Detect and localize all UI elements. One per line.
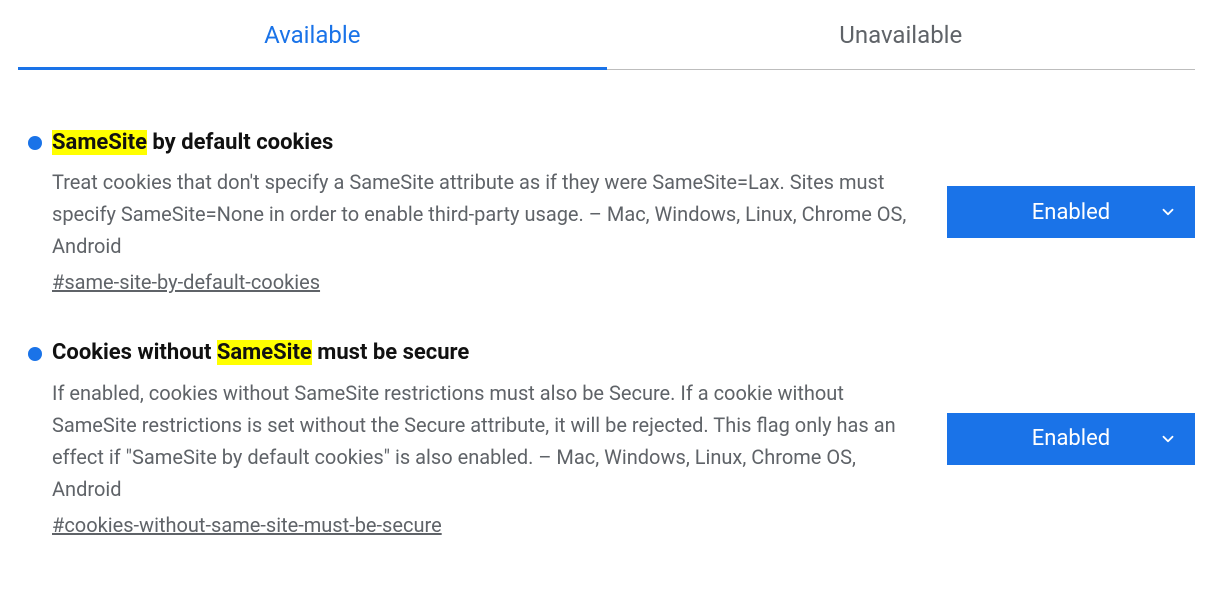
flag-state-value: Enabled [1032,200,1110,225]
flag-control: Enabled [947,186,1195,238]
flag-anchor-link[interactable]: #cookies-without-same-site-must-be-secur… [52,513,442,537]
tabs-bar: Available Unavailable [18,0,1195,70]
flags-list: SameSite by default cookies Treat cookie… [0,70,1213,603]
flag-title-after: by default cookies [147,130,333,155]
flag-control: Enabled [947,413,1195,465]
status-dot-icon [28,347,42,361]
flag-description: If enabled, cookies without SameSite res… [52,377,918,505]
tab-available[interactable]: Available [18,0,607,69]
flag-item: SameSite by default cookies Treat cookie… [18,130,1195,294]
tab-available-label: Available [264,21,360,49]
tab-unavailable[interactable]: Unavailable [607,0,1196,69]
chevron-down-icon [1159,430,1177,448]
flag-content: Cookies without SameSite must be secure … [18,340,918,536]
flag-item: Cookies without SameSite must be secure … [18,340,1195,536]
flag-content: SameSite by default cookies Treat cookie… [18,130,918,294]
flag-description: Treat cookies that don't specify a SameS… [52,166,918,262]
flag-title-after: must be secure [312,340,469,365]
flag-state-value: Enabled [1032,426,1110,451]
flag-anchor-link[interactable]: #same-site-by-default-cookies [52,270,320,294]
flag-title-row: Cookies without SameSite must be secure [28,340,918,366]
search-highlight: SameSite [52,130,147,155]
flag-title-row: SameSite by default cookies [28,130,918,156]
flag-title: Cookies without SameSite must be secure [52,340,469,366]
search-highlight: SameSite [217,340,312,365]
tab-unavailable-label: Unavailable [839,21,962,49]
flag-title: SameSite by default cookies [52,130,333,156]
flag-state-select[interactable]: Enabled [947,186,1195,238]
status-dot-icon [28,136,42,150]
chevron-down-icon [1159,203,1177,221]
flag-state-select[interactable]: Enabled [947,413,1195,465]
flag-title-before: Cookies without [52,340,217,365]
